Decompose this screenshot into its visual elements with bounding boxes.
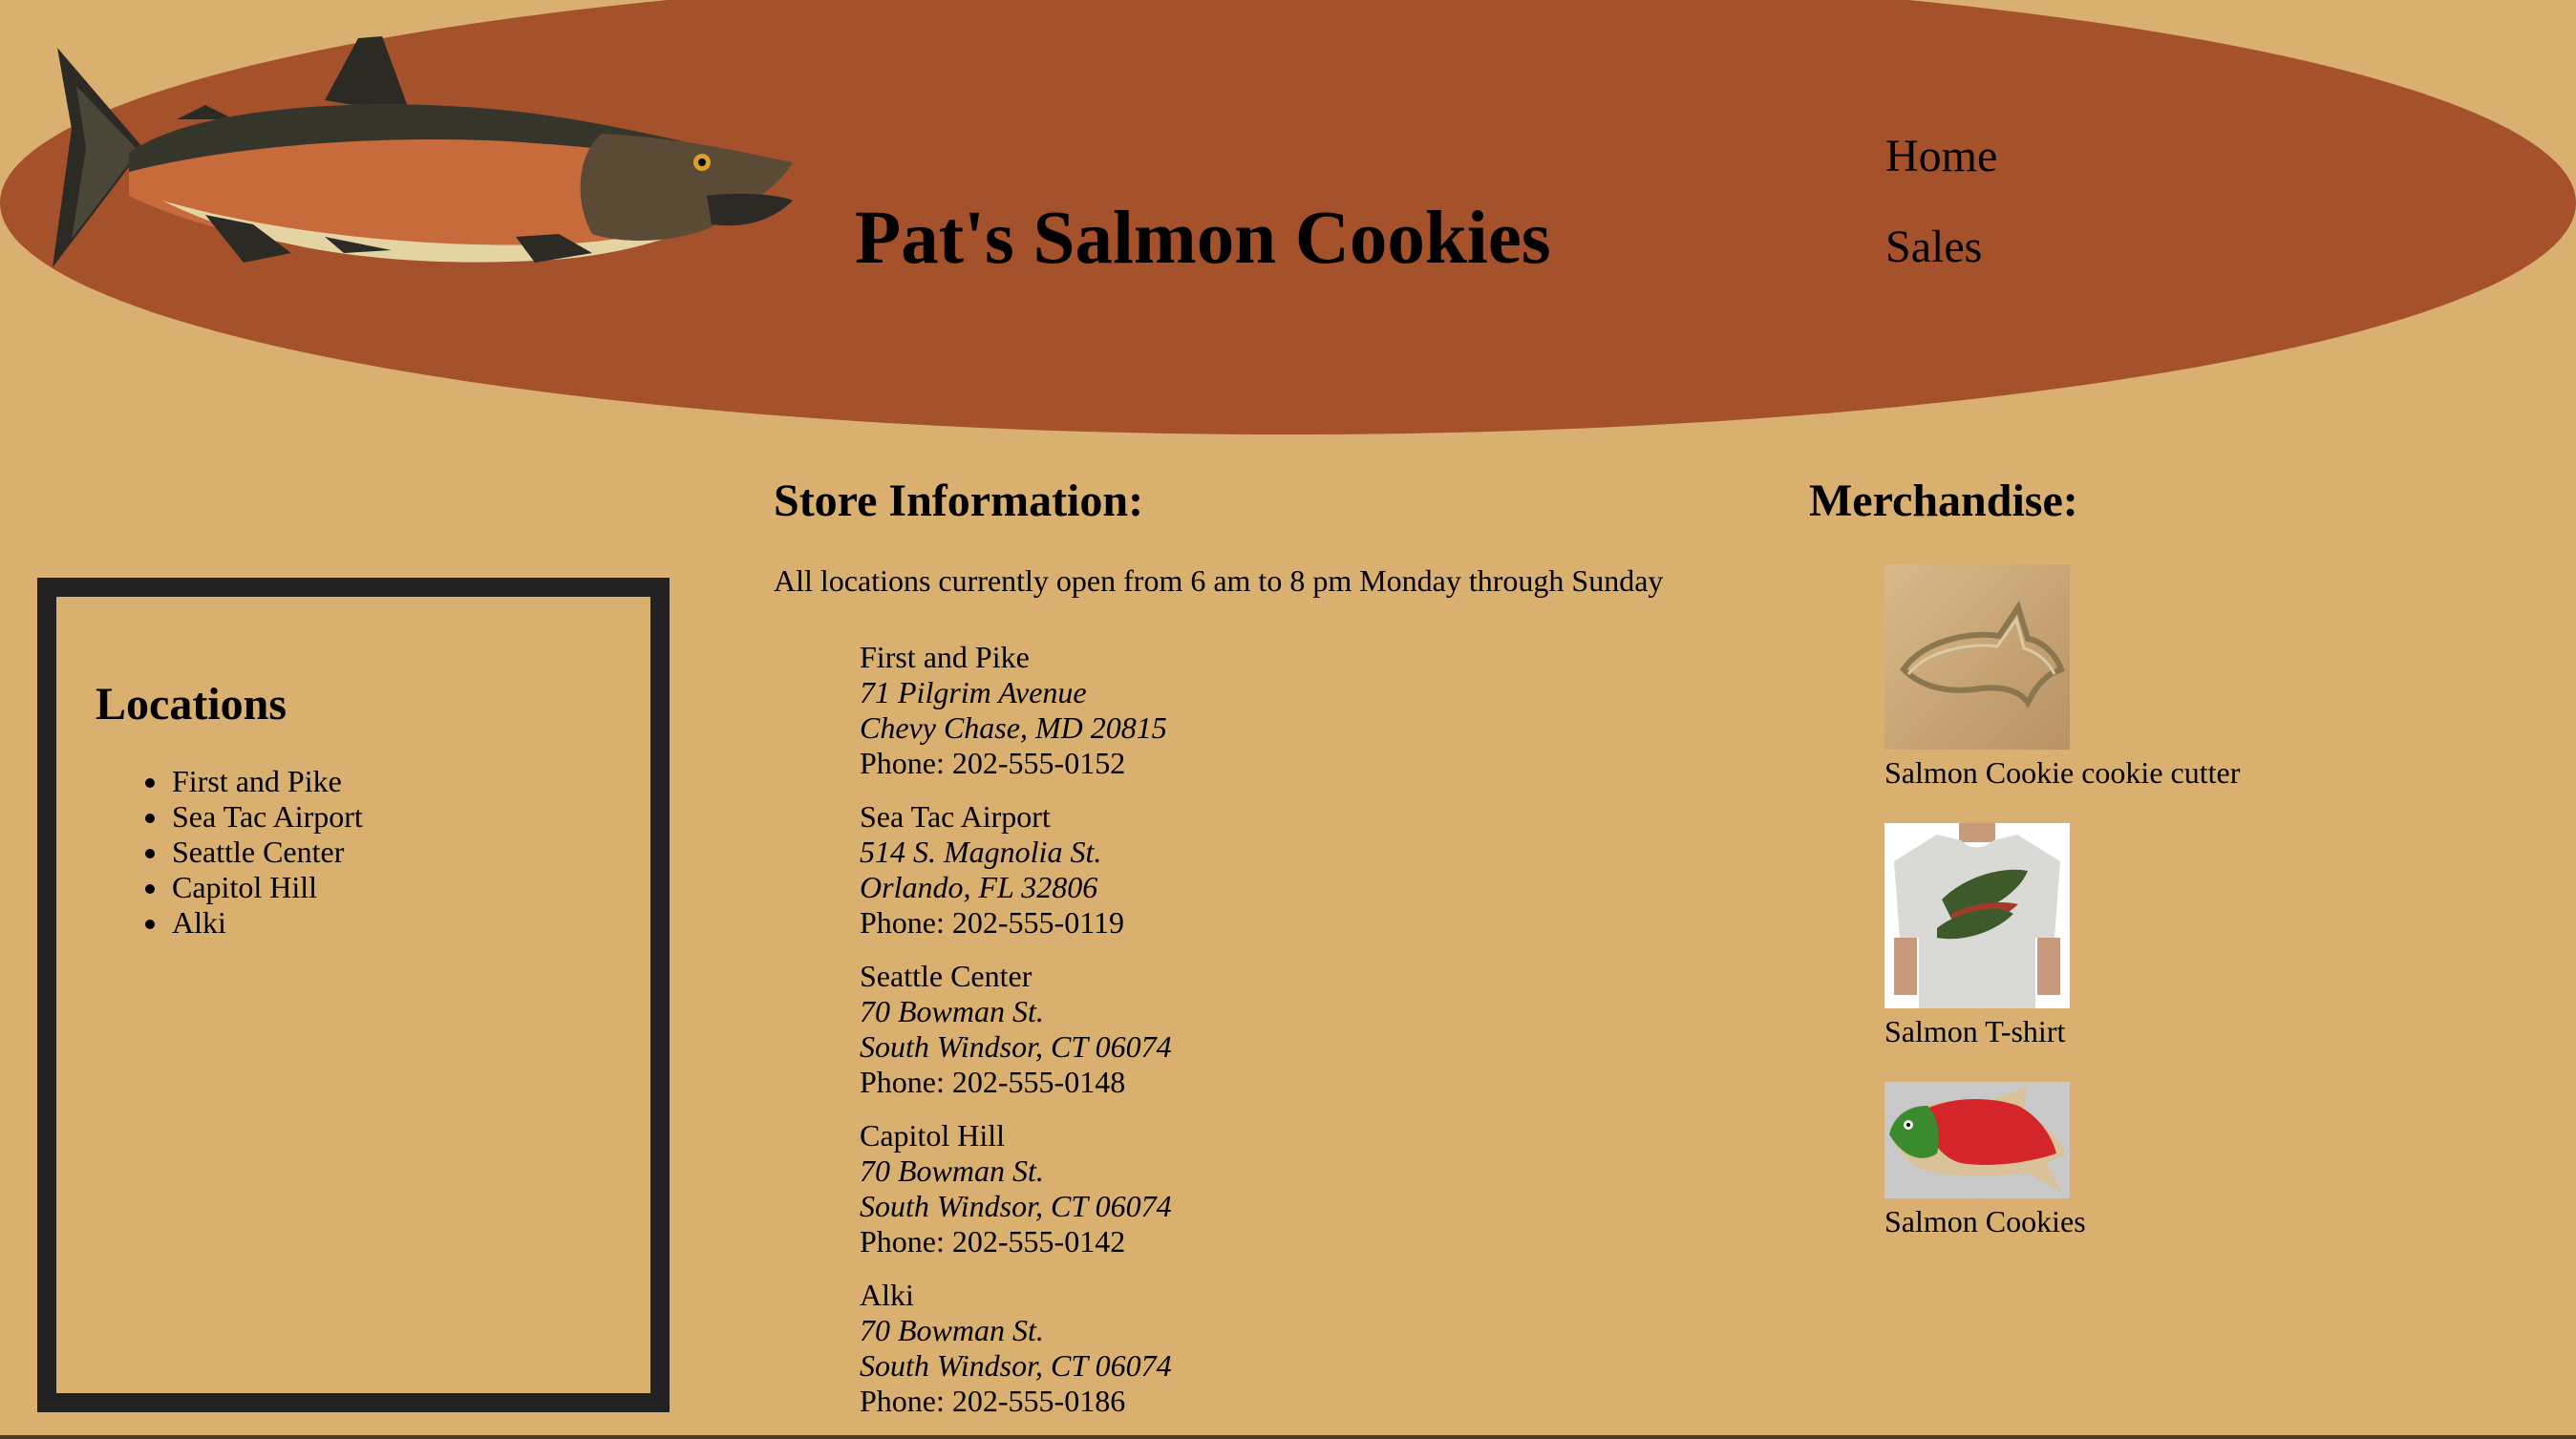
locations-title: Locations	[96, 679, 287, 730]
store-entry: First and Pike 71 Pilgrim Avenue Chevy C…	[860, 640, 1172, 781]
store-name: Sea Tac Airport	[860, 799, 1051, 834]
store-city: South Windsor, CT 06074	[860, 1029, 1172, 1064]
merch-caption: Salmon Cookies	[1884, 1204, 2086, 1238]
merchandise-title: Merchandise:	[1809, 476, 2078, 526]
store-phone: Phone: 202-555-0186	[860, 1384, 1126, 1418]
store-entry: Alki 70 Bowman St. South Windsor, CT 060…	[860, 1278, 1172, 1419]
merch-caption: Salmon T-shirt	[1884, 1014, 2066, 1048]
merch-item: Salmon T-shirt	[1884, 823, 2070, 1049]
location-item: Sea Tac Airport	[170, 799, 363, 835]
page: Pat's Salmon Cookies Home Sales Location…	[0, 0, 2576, 1439]
salmon-cookie-image	[1884, 1082, 2070, 1198]
locations-list: First and Pike Sea Tac Airport Seattle C…	[170, 764, 363, 941]
store-name: Capitol Hill	[860, 1118, 1005, 1153]
store-phone: Phone: 202-555-0152	[860, 746, 1126, 780]
site-title: Pat's Salmon Cookies	[855, 197, 1551, 280]
store-city: South Windsor, CT 06074	[860, 1348, 1172, 1383]
store-hours: All locations currently open from 6 am t…	[774, 563, 1664, 598]
location-item: First and Pike	[170, 764, 363, 799]
store-city: Chevy Chase, MD 20815	[860, 710, 1167, 745]
location-item: Alki	[170, 905, 363, 941]
tshirt-image	[1884, 823, 2070, 1008]
nav-sales-link[interactable]: Sales	[1885, 224, 1997, 270]
store-phone: Phone: 202-555-0148	[860, 1065, 1126, 1099]
merch-item: Salmon Cookie cookie cutter	[1884, 564, 2240, 791]
store-name: Seattle Center	[860, 959, 1033, 993]
cookie-cutter-image	[1884, 564, 2070, 750]
store-city: Orlando, FL 32806	[860, 870, 1098, 904]
store-street: 514 S. Magnolia St.	[860, 835, 1102, 869]
store-entry: Sea Tac Airport 514 S. Magnolia St. Orla…	[860, 799, 1172, 941]
store-street: 70 Bowman St.	[860, 994, 1044, 1028]
location-item: Seattle Center	[170, 835, 363, 870]
store-street: 70 Bowman St.	[860, 1153, 1044, 1188]
store-street: 70 Bowman St.	[860, 1313, 1044, 1347]
store-name: First and Pike	[860, 640, 1030, 674]
page-bottom-border	[0, 1435, 2576, 1439]
store-phone: Phone: 202-555-0142	[860, 1224, 1126, 1259]
store-entry: Capitol Hill 70 Bowman St. South Windsor…	[860, 1118, 1172, 1259]
store-entry: Seattle Center 70 Bowman St. South Winds…	[860, 959, 1172, 1100]
location-item: Capitol Hill	[170, 870, 363, 905]
nav-home-link[interactable]: Home	[1885, 134, 1997, 180]
merch-caption: Salmon Cookie cookie cutter	[1884, 755, 2241, 790]
store-name: Alki	[860, 1278, 914, 1312]
store-city: South Windsor, CT 06074	[860, 1189, 1172, 1223]
store-street: 71 Pilgrim Avenue	[860, 675, 1087, 709]
merch-item: Salmon Cookies	[1884, 1082, 2086, 1239]
salmon-fish-icon	[53, 36, 793, 267]
store-info-title: Store Information:	[774, 476, 1144, 526]
main-nav: Home Sales	[1885, 134, 1997, 315]
store-list: First and Pike 71 Pilgrim Avenue Chevy C…	[860, 640, 1172, 1437]
store-phone: Phone: 202-555-0119	[860, 905, 1125, 940]
